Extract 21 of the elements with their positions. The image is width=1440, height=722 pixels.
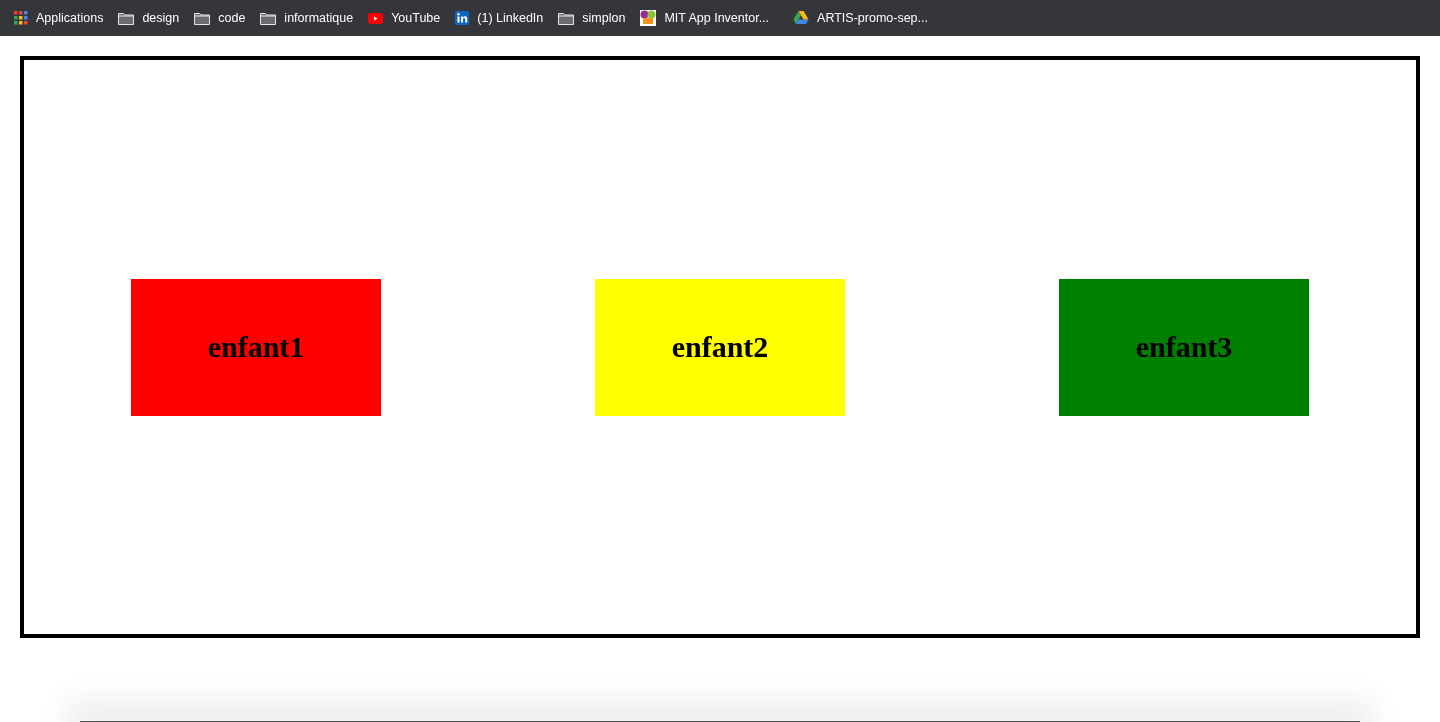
folder-icon	[558, 11, 575, 25]
bookmark-link[interactable]: Applications	[14, 6, 119, 30]
bookmark-link[interactable]: (1) LinkedIn	[455, 6, 559, 30]
bookmark-link[interactable]: ARTIS-promo-sep...	[793, 6, 943, 30]
bookmark-link[interactable]: MIT App Inventor...	[640, 6, 794, 30]
child-block: enfant3	[1059, 278, 1309, 416]
bookmark-link[interactable]: simplon	[558, 6, 641, 30]
bookmark-link[interactable]: code	[194, 6, 261, 30]
bookmark-link[interactable]: informatique	[260, 6, 369, 30]
folder-icon	[194, 11, 211, 25]
triangle-logo-icon	[793, 11, 810, 25]
app-logo-icon	[640, 10, 657, 26]
bookmark-link[interactable]: YouTube	[368, 6, 456, 30]
folder-icon	[260, 11, 277, 25]
play-button-icon	[368, 12, 384, 24]
bookmark-link[interactable]: design	[118, 6, 195, 30]
folder-icon	[118, 11, 135, 25]
linkedin-icon	[455, 11, 470, 25]
apps-grid-icon	[14, 11, 28, 25]
child-block: enfant2	[595, 278, 845, 416]
child-block: enfant1	[131, 278, 381, 416]
